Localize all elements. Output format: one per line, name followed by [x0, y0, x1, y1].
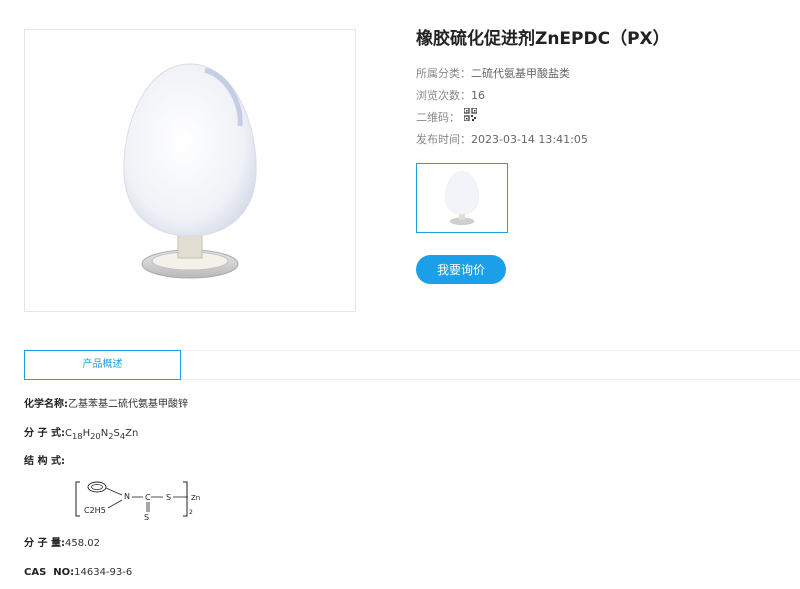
formula-row: 分 子 式:C18H20N2S4Zn: [24, 427, 138, 443]
structure-ethyl: C2H5: [84, 506, 106, 515]
formula-value: C18H20N2S4Zn: [64, 428, 139, 441]
thumbnail-bottle-image: [445, 171, 479, 225]
mw-row: 分 子 量:458.02: [24, 537, 100, 551]
structure-subscript: 2: [189, 509, 193, 516]
product-thumbnail[interactable]: [416, 163, 508, 233]
qr-row: 二维码：: [416, 107, 786, 129]
product-title: 橡胶硫化促进剂ZnEPDC（PX）: [416, 29, 670, 49]
category-row: 所属分类： 二硫代氨基甲酸盐类: [416, 63, 786, 85]
product-main-image: [24, 29, 356, 312]
publish-label: 发布时间：: [416, 133, 471, 146]
chem-name-row: 化学名称:乙基苯基二硫代氨基甲酸锌: [24, 398, 188, 412]
chem-name-label: 化学名称:: [24, 399, 68, 410]
structure-n: N: [124, 492, 130, 501]
formula-label: 分 子 式:: [24, 428, 65, 439]
tab-product-overview[interactable]: 产品概述: [24, 350, 181, 380]
structure-row: 结 构 式:: [24, 455, 65, 469]
structure-diagram: N C2H5 C S S 2 Zn: [75, 481, 200, 522]
product-info: 橡胶硫化促进剂ZnEPDC（PX） 所属分类： 二硫代氨基甲酸盐类 浏览次数： …: [416, 28, 786, 151]
cas-row: CAS NO:14634-93-6: [24, 566, 132, 580]
category-label: 所属分类：: [416, 67, 471, 80]
inquiry-button[interactable]: 我要询价: [416, 255, 506, 284]
category-value[interactable]: 二硫代氨基甲酸盐类: [471, 63, 570, 85]
chem-name-value: 乙基苯基二硫代氨基甲酸锌: [68, 399, 188, 410]
qr-label: 二维码：: [416, 111, 460, 124]
views-row: 浏览次数： 16: [416, 85, 786, 107]
qr-code-icon[interactable]: [463, 107, 478, 129]
structure-c: C: [145, 493, 151, 502]
mw-label: 分 子 量:: [24, 538, 65, 549]
cas-value: 14634-93-6: [74, 567, 133, 578]
structure-label: 结 构 式:: [24, 456, 65, 467]
product-bottle-image: [123, 62, 257, 278]
views-label: 浏览次数：: [416, 89, 471, 102]
structure-zn: Zn: [191, 494, 200, 502]
structure-s-double: S: [144, 513, 149, 522]
cas-label: CAS NO:: [24, 567, 75, 578]
mw-value: 458.02: [64, 538, 100, 549]
publish-value: 2023-03-14 13:41:05: [471, 133, 588, 146]
publish-row: 发布时间： 2023-03-14 13:41:05: [416, 129, 786, 151]
structure-s-single: S: [166, 493, 171, 502]
views-value: 16: [471, 89, 485, 102]
